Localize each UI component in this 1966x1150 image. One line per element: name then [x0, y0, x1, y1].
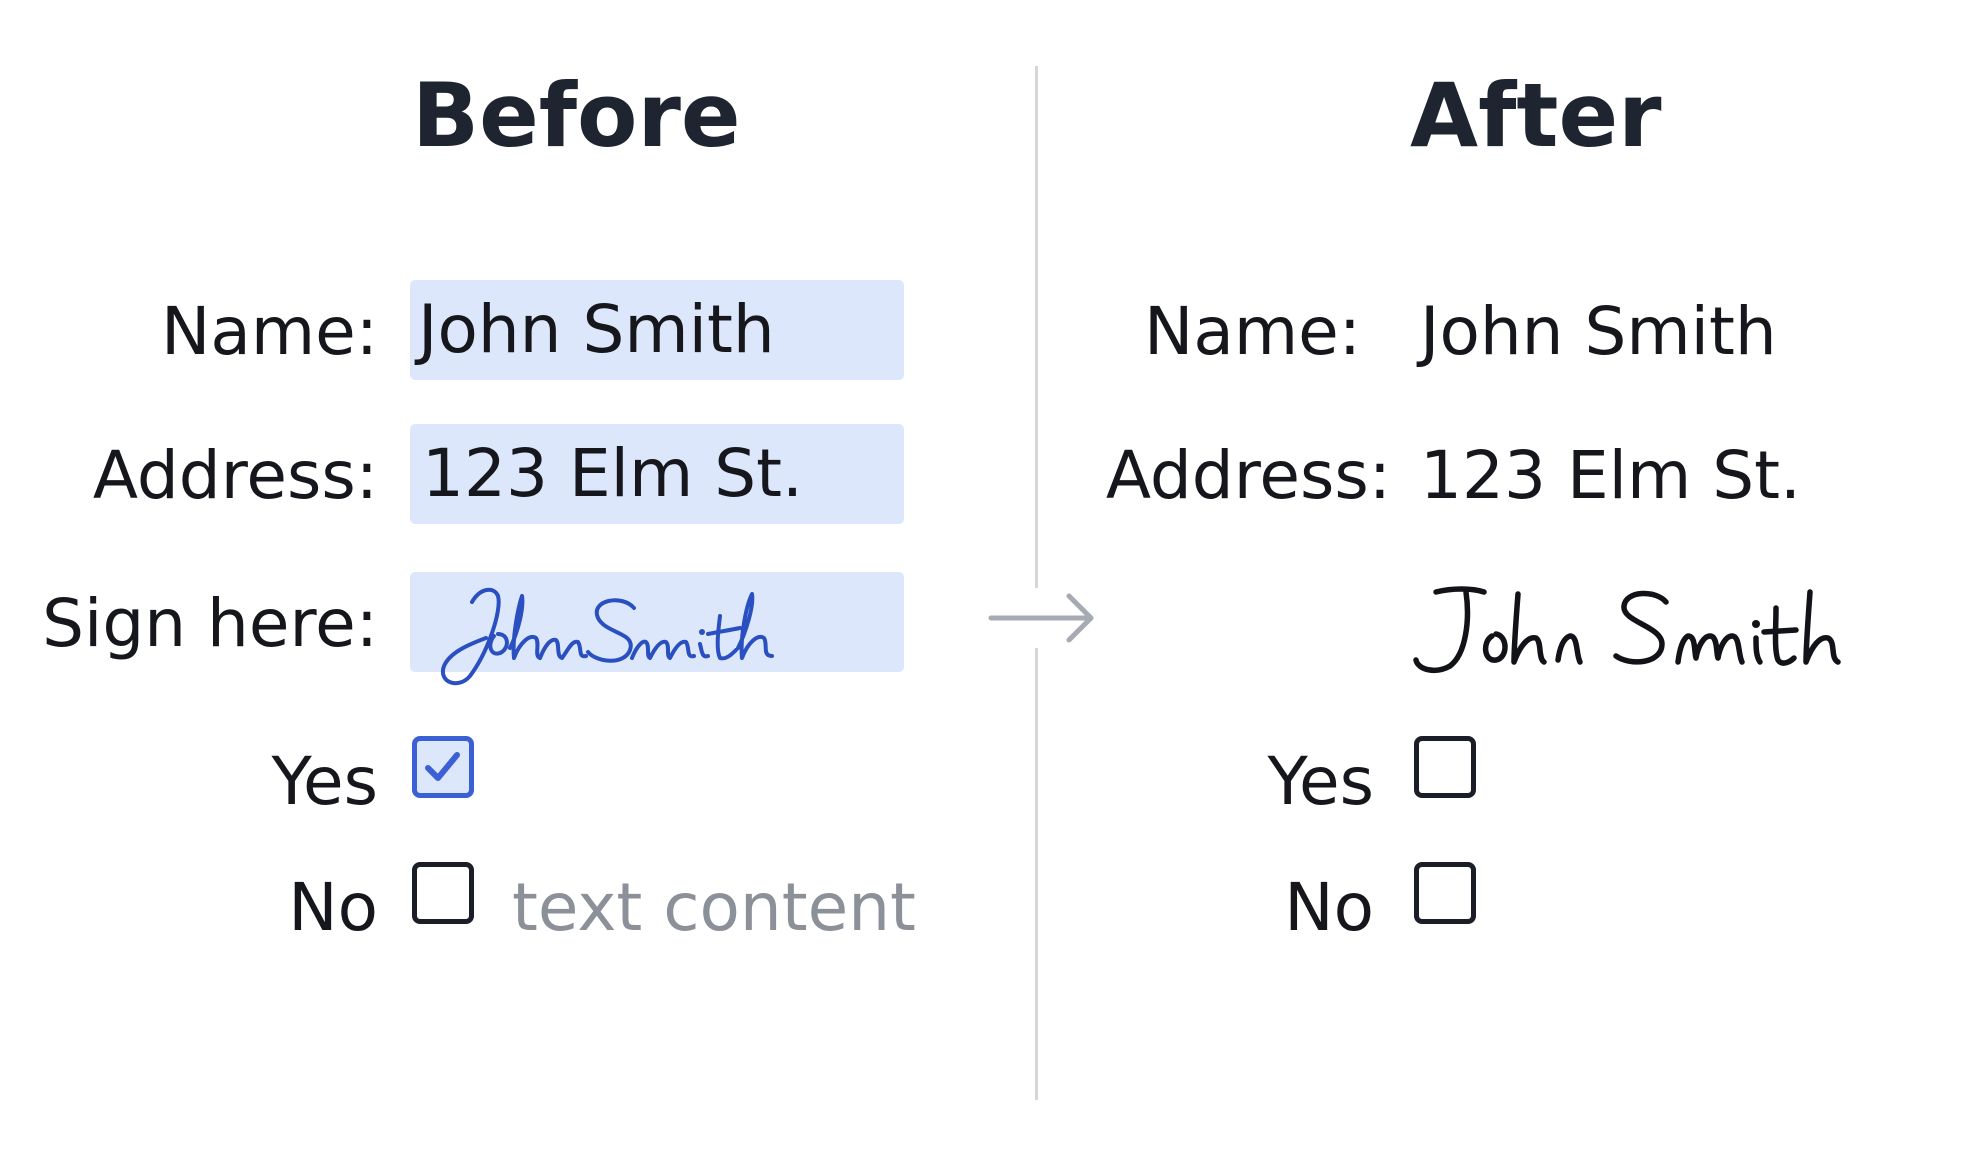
after-no-checkbox[interactable]: [1414, 862, 1476, 924]
before-yes-label: Yes: [271, 743, 378, 820]
before-name-label: Name:: [161, 293, 378, 370]
panel-divider: [1035, 66, 1038, 1100]
before-address-label: Address:: [92, 437, 378, 514]
before-hint-text: text content: [512, 869, 916, 946]
after-yes-checkbox[interactable]: [1414, 736, 1476, 798]
before-address-value: 123 Elm St.: [422, 435, 804, 512]
before-name-value: John Smith: [418, 291, 775, 368]
after-address-label: Address:: [1105, 437, 1391, 514]
after-signature-image: [1413, 586, 1841, 673]
checkmark-icon: [425, 752, 460, 781]
arrow-right-icon: [985, 588, 1103, 648]
after-name-label: Name:: [1144, 293, 1361, 370]
before-name-field[interactable]: John Smith: [410, 280, 904, 380]
after-address-value: 123 Elm St.: [1420, 437, 1802, 514]
before-yes-checkbox[interactable]: [412, 736, 474, 798]
before-signature-image: [440, 587, 774, 686]
after-title: After: [1410, 64, 1662, 167]
before-signature-label: Sign here:: [42, 585, 378, 662]
before-address-field[interactable]: 123 Elm St.: [410, 424, 904, 524]
before-signature-field[interactable]: [410, 572, 904, 686]
before-title: Before: [412, 64, 741, 167]
after-name-value: John Smith: [1420, 293, 1777, 370]
after-yes-label: Yes: [1267, 743, 1374, 820]
after-no-label: No: [1284, 869, 1374, 946]
before-no-checkbox[interactable]: [412, 862, 474, 924]
before-no-label: No: [288, 869, 378, 946]
